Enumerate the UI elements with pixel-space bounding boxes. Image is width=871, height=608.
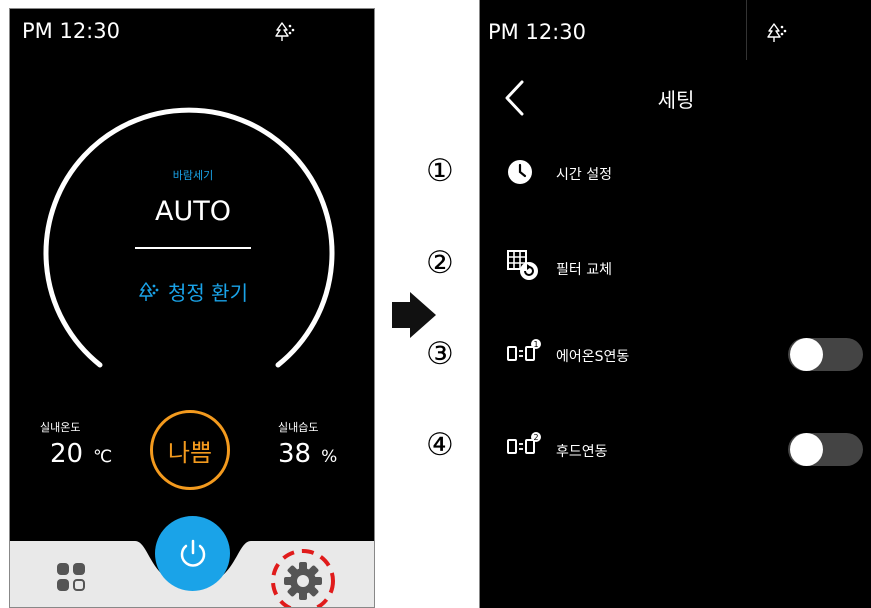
divider	[135, 247, 251, 249]
air-quality-badge: 나쁨	[150, 410, 230, 490]
settings-screen: PM 12:30 세팅 시간 설정 필터 교체 1 에어온S연동 2 후드연동	[479, 0, 871, 608]
transition-arrow-icon	[392, 292, 436, 338]
page-title: 세팅	[657, 88, 695, 112]
temperature-unit: ℃	[93, 447, 113, 467]
status-time: PM 12:30	[488, 20, 586, 44]
vent-mode-display: 청정 환기	[10, 277, 374, 306]
humidity-value: 38	[278, 439, 312, 469]
hood-link-toggle[interactable]	[788, 433, 863, 466]
temperature-value: 20	[50, 439, 84, 469]
settings-item-label: 시간 설정	[556, 167, 612, 183]
temperature-readout: 20 ℃	[50, 439, 112, 469]
toggle-knob	[790, 433, 823, 466]
toggle-knob	[790, 338, 823, 371]
svg-text:2: 2	[533, 433, 538, 442]
settings-row-filter[interactable]: 필터 교체	[480, 242, 871, 288]
settings-item-label: 필터 교체	[556, 262, 612, 278]
ventilation-icon	[139, 282, 159, 301]
apps-grid-icon[interactable]	[56, 562, 86, 592]
settings-row-airon-link: 1 에어온S연동	[480, 336, 871, 376]
settings-item-label: 후드연동	[556, 444, 608, 460]
vent-mode-text: 청정 환기	[168, 281, 248, 305]
annotation-number-1: ①	[426, 153, 454, 189]
device-link-1-icon: 1	[507, 339, 541, 361]
annotation-number-2: ②	[426, 245, 454, 281]
device-link-2-icon: 2	[507, 432, 541, 454]
main-screen: PM 12:30 바람세기 AUTO 청정 환기 실내온도 20 ℃ 나쁨 실내습…	[9, 8, 375, 608]
settings-row-hood-link: 2 후드연동	[480, 431, 871, 471]
humidity-unit: %	[321, 447, 338, 467]
power-button[interactable]	[155, 516, 230, 591]
status-area	[746, 0, 871, 60]
settings-item-label: 에어온S연동	[556, 349, 630, 365]
humidity-readout: 38%	[278, 439, 337, 469]
settings-row-time[interactable]: 시간 설정	[480, 150, 871, 196]
settings-gear-icon[interactable]	[268, 546, 338, 608]
ventilation-status-icon	[767, 23, 787, 42]
clock-icon	[508, 160, 532, 184]
airon-link-toggle[interactable]	[788, 338, 863, 371]
filter-replace-icon	[507, 250, 538, 280]
humidity-label: 실내습도	[278, 421, 319, 434]
wind-speed-label: 바람세기	[172, 169, 214, 182]
wind-mode-value: AUTO	[155, 196, 231, 227]
annotation-number-4: ④	[426, 427, 454, 463]
annotation-number-3: ③	[426, 336, 454, 372]
power-icon	[180, 539, 205, 567]
svg-text:1: 1	[533, 340, 538, 349]
temperature-label: 실내온도	[40, 421, 81, 434]
